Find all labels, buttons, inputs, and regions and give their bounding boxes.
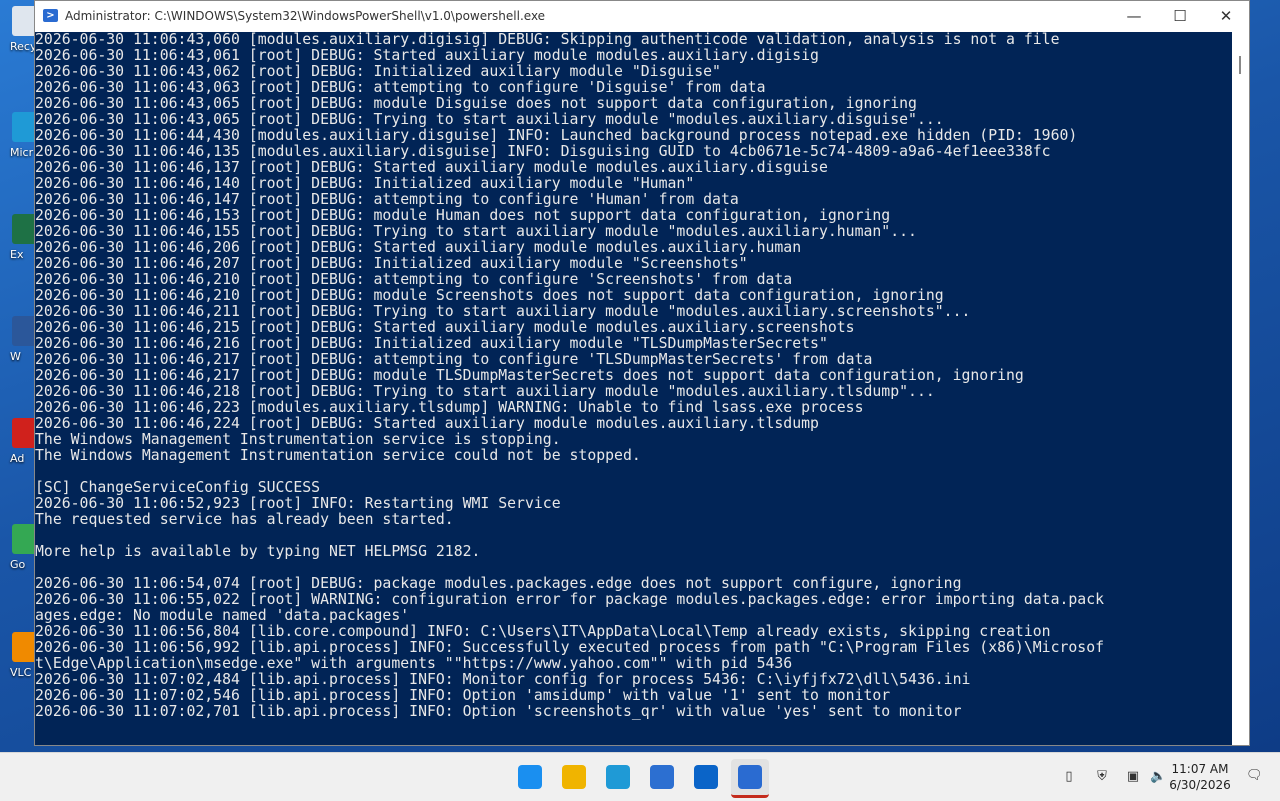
store-icon	[650, 765, 674, 789]
security-icon[interactable]: ⛨	[1094, 769, 1110, 785]
store-button[interactable]	[643, 759, 681, 795]
console-line: 2026-06-30 11:06:46,224 [root] DEBUG: St…	[35, 415, 819, 432]
console-line: 2026-06-30 11:07:02,701 [lib.api.process…	[35, 703, 962, 720]
console-line: 2026-06-30 11:06:43,063 [root] DEBUG: at…	[35, 79, 766, 96]
usb-icon[interactable]: ▯	[1061, 769, 1077, 785]
minimize-button[interactable]: —	[1111, 1, 1157, 32]
powershell-button[interactable]	[731, 759, 769, 798]
console-output[interactable]: 2026-06-30 11:06:43,060 [modules.auxilia…	[35, 32, 1235, 745]
clock-time: 11:07 AM	[1171, 762, 1229, 776]
desktop-icon-label: Recy	[10, 40, 37, 53]
console-line: 2026-06-30 11:06:46,206 [root] DEBUG: St…	[35, 239, 802, 256]
console-line: 2026-06-30 11:06:46,217 [root] DEBUG: at…	[35, 351, 873, 368]
file-explorer-button[interactable]	[555, 759, 593, 795]
start-button[interactable]	[511, 759, 549, 795]
console-line: 2026-06-30 11:06:46,223 [modules.auxilia…	[35, 399, 864, 416]
console-line: [SC] ChangeServiceConfig SUCCESS	[35, 479, 321, 496]
title-bar[interactable]: > Administrator: C:\WINDOWS\System32\Win…	[35, 1, 1249, 32]
console-line: 2026-06-30 11:06:46,218 [root] DEBUG: Tr…	[35, 383, 935, 400]
powershell-icon	[738, 765, 762, 789]
console-line: 2026-06-30 11:06:43,065 [root] DEBUG: mo…	[35, 95, 917, 112]
console-line: 2026-06-30 11:06:46,153 [root] DEBUG: mo…	[35, 207, 891, 224]
folder-icon	[562, 765, 586, 789]
console-line: 2026-06-30 11:06:43,060 [modules.auxilia…	[35, 32, 1060, 48]
edge-button[interactable]	[599, 759, 637, 795]
console-line: 2026-06-30 11:06:55,022 [root] WARNING: …	[35, 591, 1105, 608]
console-line: 2026-06-30 11:06:46,210 [root] DEBUG: mo…	[35, 287, 944, 304]
chrome-desktop-icon[interactable]: Go	[4, 524, 38, 584]
scroll-thumb[interactable]	[1239, 56, 1241, 74]
desktop-icon-label: VLC	[10, 666, 32, 679]
taskbar: ▯ ⛨ ▣ 🔈 11:07 AM 6/30/2026 🗨	[0, 752, 1280, 801]
console-line: ages.edge: No module named 'data.package…	[35, 607, 410, 624]
console-line: 2026-06-30 11:06:46,217 [root] DEBUG: mo…	[35, 367, 1024, 384]
clock-date: 6/30/2026	[1169, 778, 1231, 792]
console-line: 2026-06-30 11:06:46,215 [root] DEBUG: St…	[35, 319, 855, 336]
recycle-bin-icon[interactable]: Recy	[4, 6, 38, 66]
notification-icon[interactable]: 🗨	[1246, 768, 1263, 784]
console-line: 2026-06-30 11:06:52,923 [root] INFO: Res…	[35, 495, 561, 512]
console-line: 2026-06-30 11:06:46,135 [modules.auxilia…	[35, 143, 1051, 160]
word-desktop-icon[interactable]: W	[4, 316, 38, 376]
clock[interactable]: 11:07 AM 6/30/2026	[1160, 761, 1240, 793]
console-line: 2026-06-30 11:06:46,216 [root] DEBUG: In…	[35, 335, 828, 352]
console-line: 2026-06-30 11:06:46,207 [root] DEBUG: In…	[35, 255, 748, 272]
console-line: 2026-06-30 11:06:43,065 [root] DEBUG: Tr…	[35, 111, 944, 128]
acrobat-desktop-icon[interactable]: Ad	[4, 418, 38, 478]
console-line: 2026-06-30 11:06:46,147 [root] DEBUG: at…	[35, 191, 739, 208]
vertical-scrollbar[interactable]	[1232, 32, 1249, 745]
excel-desktop-icon[interactable]: Ex	[4, 214, 38, 274]
edge-icon	[606, 765, 630, 789]
console-line: 2026-06-30 11:06:46,137 [root] DEBUG: St…	[35, 159, 828, 176]
network-icon[interactable]: ▣	[1125, 769, 1141, 785]
powershell-icon: >	[43, 9, 58, 22]
console-line: More help is available by typing NET HEL…	[35, 543, 481, 560]
edge-desktop-icon[interactable]: Micr	[4, 112, 38, 172]
console-line: 2026-06-30 11:06:46,211 [root] DEBUG: Tr…	[35, 303, 971, 320]
console-line: 2026-06-30 11:06:46,210 [root] DEBUG: at…	[35, 271, 793, 288]
desktop-icon-label: Micr	[10, 146, 34, 159]
console-line: 2026-06-30 11:06:43,062 [root] DEBUG: In…	[35, 63, 721, 80]
console-line: 2026-06-30 11:06:44,430 [modules.auxilia…	[35, 127, 1078, 144]
console-line: t\Edge\Application\msedge.exe" with argu…	[35, 655, 793, 672]
outlook-button[interactable]	[687, 759, 725, 795]
console-line: 2026-06-30 11:06:46,155 [root] DEBUG: Tr…	[35, 223, 917, 240]
console-line: 2026-06-30 11:06:54,074 [root] DEBUG: pa…	[35, 575, 962, 592]
console-line: The Windows Management Instrumentation s…	[35, 447, 641, 464]
desktop-icon-label: Ex	[10, 248, 24, 261]
console-line: 2026-06-30 11:06:56,804 [lib.core.compou…	[35, 623, 1051, 640]
console-line: 2026-06-30 11:06:43,061 [root] DEBUG: St…	[35, 47, 819, 64]
console-line: The Windows Management Instrumentation s…	[35, 431, 561, 448]
outlook-icon	[694, 765, 718, 789]
window-title: Administrator: C:\WINDOWS\System32\Windo…	[65, 9, 546, 23]
console-line: 2026-06-30 11:06:56,992 [lib.api.process…	[35, 639, 1105, 656]
desktop-icon-label: Go	[10, 558, 26, 571]
close-button[interactable]: ✕	[1203, 1, 1249, 32]
vlc-desktop-icon[interactable]: VLC	[4, 632, 38, 692]
console-line: 2026-06-30 11:07:02,484 [lib.api.process…	[35, 671, 971, 688]
maximize-button[interactable]: ☐	[1157, 1, 1203, 32]
desktop-icon-label: W	[10, 350, 21, 363]
desktop-icon-label: Ad	[10, 452, 25, 465]
console-line: The requested service has already been s…	[35, 511, 454, 528]
powershell-window[interactable]: > Administrator: C:\WINDOWS\System32\Win…	[34, 0, 1250, 746]
console-line: 2026-06-30 11:07:02,546 [lib.api.process…	[35, 687, 891, 704]
windows-start-icon	[518, 765, 542, 789]
console-line: 2026-06-30 11:06:46,140 [root] DEBUG: In…	[35, 175, 695, 192]
